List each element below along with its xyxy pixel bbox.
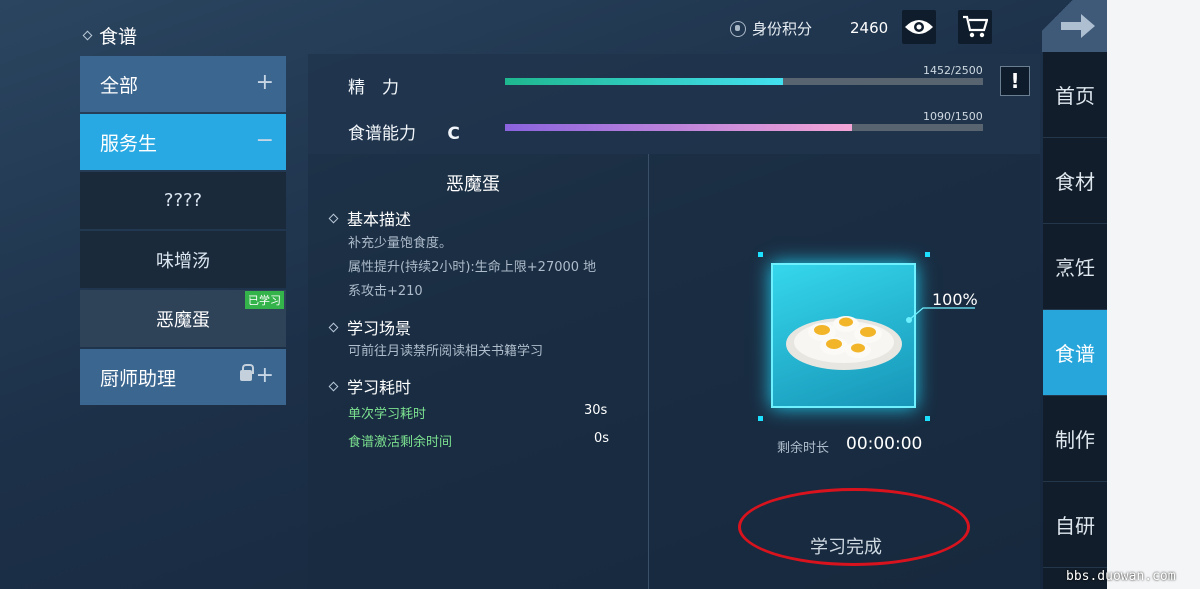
nav-recipes[interactable]: 食谱	[1043, 310, 1107, 396]
nav-ingredients[interactable]: 食材	[1043, 138, 1107, 224]
activate-time-label: 食谱激活剩余时间	[348, 435, 453, 450]
recipe-name: 恶魔蛋	[446, 174, 500, 195]
basic-desc-title: 基本描述	[328, 206, 411, 230]
energy-bar-fill	[505, 78, 783, 85]
frame-corner	[758, 416, 763, 421]
category-waiter[interactable]: 服务生 −	[80, 114, 286, 170]
category-list: 全部 + 服务生 − ???? 味增汤 恶魔蛋 已学习 厨师助理 +	[80, 56, 286, 407]
recipe-image-frame	[771, 263, 916, 408]
frame-corner	[925, 416, 930, 421]
plus-icon: +	[255, 70, 274, 95]
recipe-item-unknown[interactable]: ????	[80, 172, 286, 229]
skill-bar	[505, 124, 983, 131]
watermark: bbs.duowan.com	[1066, 569, 1176, 584]
recipe-item-miso-soup[interactable]: 味增汤	[80, 231, 286, 288]
back-button[interactable]	[1042, 0, 1112, 52]
time-title: 学习耗时	[328, 374, 411, 398]
diamond-icon	[328, 322, 339, 332]
single-time-value: 30s	[584, 403, 608, 418]
single-time-label: 单次学习耗时	[348, 407, 427, 422]
nav-crafting[interactable]: 制作	[1043, 396, 1107, 482]
page-edge	[1107, 0, 1200, 589]
nav-cooking[interactable]: 烹饪	[1043, 224, 1107, 310]
basic-desc-text: 补充少量饱食度。 属性提升(持续2小时):生命上限+27000 地 系攻击+21…	[348, 236, 597, 299]
study-progress: 100%	[932, 290, 978, 309]
user-icon	[730, 20, 746, 37]
diamond-icon	[328, 213, 339, 223]
diamond-icon	[82, 30, 93, 41]
cart-button[interactable]	[958, 10, 992, 44]
cart-icon	[963, 15, 988, 38]
skill-grade: C	[447, 124, 460, 144]
skill-bar-fill	[505, 124, 853, 131]
diamond-icon	[328, 381, 339, 391]
divider	[648, 154, 649, 589]
eye-icon	[905, 20, 933, 34]
id-points-label: 身份积分	[730, 18, 812, 39]
energy-value: 1452/2500	[923, 64, 983, 77]
scene-text: 可前往月读禁所阅读相关书籍学习	[348, 344, 544, 359]
minus-icon: −	[255, 128, 274, 153]
recipe-item-devil-egg[interactable]: 恶魔蛋 已学习	[80, 290, 286, 347]
frame-corner	[758, 252, 763, 257]
nav-research[interactable]: 自研	[1043, 482, 1107, 568]
info-button[interactable]: !	[1000, 66, 1030, 96]
category-all[interactable]: 全部 +	[80, 56, 286, 112]
lock-icon	[240, 364, 254, 381]
id-points-value: 2460	[850, 19, 889, 37]
energy-bar	[505, 78, 983, 85]
category-chef-assistant[interactable]: 厨师助理 +	[80, 349, 286, 405]
deviled-egg-dish-image	[785, 315, 902, 370]
right-nav: 首页 食材 烹饪 食谱 制作 自研	[1043, 52, 1107, 589]
scene-title: 学习场景	[328, 315, 411, 339]
skill-label: 食谱能力 C	[348, 124, 460, 144]
arrow-right-icon	[1061, 14, 1095, 38]
exclamation-icon: !	[1010, 69, 1020, 93]
energy-label: 精 力	[348, 78, 399, 98]
nav-home[interactable]: 首页	[1043, 52, 1107, 138]
remaining-time-value: 00:00:00	[846, 434, 923, 454]
plus-icon: +	[255, 363, 274, 388]
highlight-circle	[738, 488, 970, 566]
remaining-time-label: 剩余时长	[777, 441, 830, 456]
progress-pointer	[906, 307, 975, 323]
learned-badge: 已学习	[245, 291, 284, 309]
page-title: 食谱	[82, 22, 137, 49]
frame-corner	[925, 252, 930, 257]
eye-button[interactable]	[902, 10, 936, 44]
skill-value: 1090/1500	[923, 110, 983, 123]
activate-time-value: 0s	[594, 431, 610, 446]
